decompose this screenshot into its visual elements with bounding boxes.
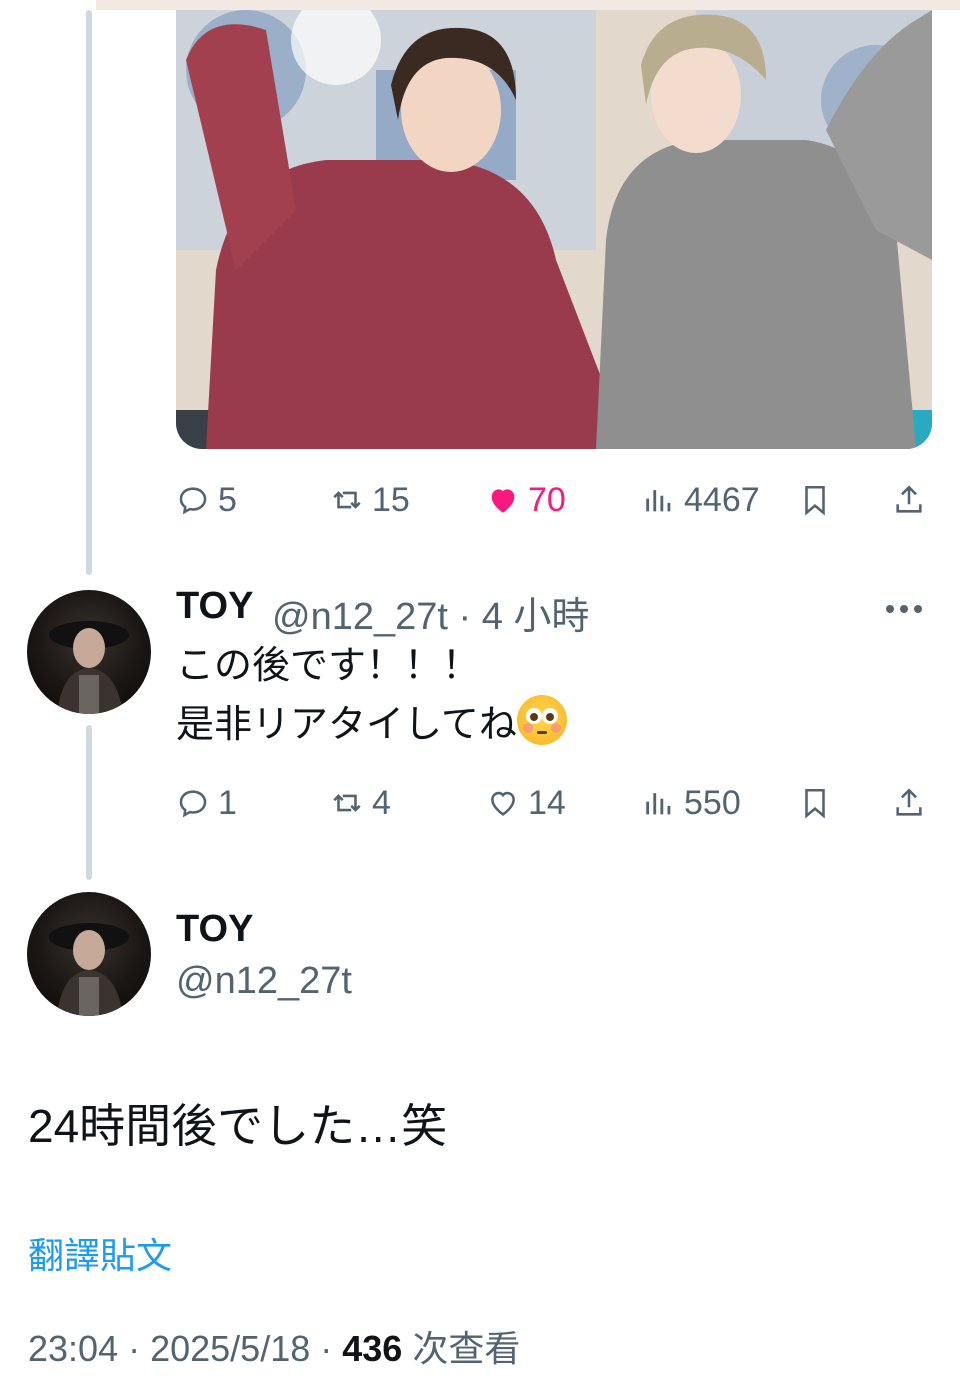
reply-icon (179, 487, 207, 515)
reply-count: 5 (218, 480, 237, 519)
retweet-count: 4 (372, 783, 391, 822)
tweet-photo[interactable] (176, 10, 932, 449)
views-chart-icon (646, 793, 671, 815)
bookmark-button[interactable] (798, 773, 832, 833)
like-button[interactable]: 14 (486, 773, 566, 833)
more-options-icon[interactable] (886, 600, 930, 616)
thread-line-lower (86, 725, 92, 880)
reply-line-1: この後です！！！ (176, 645, 481, 687)
reply-tweet-actions: 1 4 14 550 (176, 773, 936, 833)
bookmark-icon (805, 788, 825, 819)
reply-count: 1 (218, 783, 237, 822)
reply-line-2-text: 是非リアタイしてね (176, 704, 517, 746)
like-count: 70 (528, 480, 566, 519)
top-strip (96, 0, 960, 10)
bookmark-button[interactable] (798, 470, 832, 530)
main-author-handle[interactable]: @n12_27t (176, 960, 352, 1003)
photo-illustration (176, 10, 932, 449)
heart-icon (491, 791, 515, 816)
view-count: 550 (684, 783, 741, 822)
first-tweet-actions: 5 15 70 4467 (176, 470, 936, 530)
main-author-name[interactable]: TOY (176, 908, 253, 951)
view-count: 4467 (684, 480, 760, 519)
retweet-button[interactable]: 4 (330, 773, 391, 833)
view-label: 次查看 (402, 1328, 521, 1369)
share-button[interactable] (892, 773, 926, 833)
avatar-image (49, 923, 129, 1016)
share-icon (896, 485, 922, 513)
reply-handle-time[interactable]: @n12_27t · 4 小時 (272, 585, 589, 640)
retweet-icon (333, 491, 361, 509)
bookmark-icon (805, 485, 825, 516)
thread-line (86, 10, 92, 575)
reply-line-2: 是非リアタイしてね (176, 695, 567, 754)
reply-icon (179, 790, 207, 818)
views-button[interactable]: 4467 (642, 470, 760, 530)
time-date[interactable]: 23:04 · 2025/5/18 · (28, 1328, 342, 1369)
reply-button[interactable]: 5 (176, 470, 237, 530)
heart-filled-icon (491, 489, 515, 513)
retweet-icon (333, 794, 361, 812)
main-tweet-text: 24時間後でした…笑 (28, 1100, 448, 1152)
flushed-face-emoji (516, 695, 567, 745)
avatar-image (49, 621, 129, 714)
reply-avatar[interactable] (27, 590, 151, 714)
like-button[interactable]: 70 (486, 470, 566, 530)
share-button[interactable] (892, 470, 926, 530)
reply-button[interactable]: 1 (176, 773, 237, 833)
tweet-meta: 23:04 · 2025/5/18 · 436 次查看 (28, 1320, 520, 1372)
views-button[interactable]: 550 (642, 773, 741, 833)
share-icon (896, 788, 922, 816)
like-count: 14 (528, 783, 566, 822)
retweet-button[interactable]: 15 (330, 470, 410, 530)
views-chart-icon (646, 490, 671, 512)
view-count-bold: 436 (342, 1328, 403, 1369)
retweet-count: 15 (372, 480, 410, 519)
reply-tweet-text: この後です！！！ 是非リアタイしてね (176, 638, 567, 754)
translate-post-link[interactable]: 翻譯貼文 (28, 1227, 172, 1279)
main-avatar[interactable] (27, 892, 151, 1016)
reply-author-name[interactable]: TOY (176, 585, 253, 628)
